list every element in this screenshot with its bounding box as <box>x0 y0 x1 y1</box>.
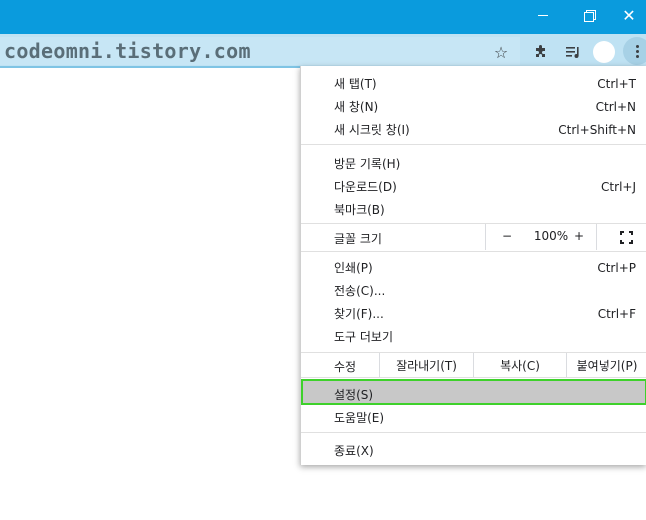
menu-item-label: 전송(C)... <box>334 284 386 298</box>
copy-button[interactable]: 복사(C) <box>473 353 566 377</box>
copy-label: 복사(C) <box>500 358 540 373</box>
zoom-level: 100% <box>533 229 569 243</box>
cut-label: 잘라내기(T) <box>396 358 457 373</box>
restore-icon <box>584 10 596 22</box>
zoom-divider <box>596 224 597 250</box>
menu-item-label: 인쇄(P) <box>334 261 373 275</box>
menu-item-settings[interactable]: 설정(S) <box>301 379 646 405</box>
paste-label: 붙여넣기(P) <box>576 358 638 373</box>
menu-item-label: 도구 더보기 <box>334 330 394 344</box>
menu-item-shortcut: Ctrl+F <box>597 306 636 321</box>
menu-item-cast[interactable]: 전송(C)... <box>301 279 646 302</box>
menu-item-label: 다운로드(D) <box>334 180 397 194</box>
close-icon: ✕ <box>622 5 636 25</box>
menu-item-downloads[interactable]: 다운로드(D) Ctrl+J <box>301 175 646 198</box>
menu-item-history[interactable]: 방문 기록(H) <box>301 152 646 175</box>
fullscreen-icon[interactable] <box>620 231 633 244</box>
menu-separator <box>301 377 646 378</box>
menu-item-label: 찾기(F)... <box>334 307 384 321</box>
minimize-icon <box>538 14 548 16</box>
menu-item-find[interactable]: 찾기(F)... Ctrl+F <box>301 302 646 325</box>
menu-item-shortcut: Ctrl+J <box>601 179 636 194</box>
playlist-icon <box>566 47 579 58</box>
menu-item-label: 새 시크릿 창(I) <box>334 123 410 137</box>
extensions-icon[interactable] <box>529 40 553 64</box>
edit-label: 수정 <box>334 360 357 374</box>
title-bar: ✕ <box>0 0 646 34</box>
menu-zoom-row: 글꼴 크기 − 100% + <box>301 224 646 250</box>
menu-item-bookmarks[interactable]: 북마크(B) <box>301 198 646 221</box>
restore-button[interactable] <box>566 0 612 30</box>
menu-item-label: 새 탭(T) <box>334 77 377 91</box>
menu-item-print[interactable]: 인쇄(P) Ctrl+P <box>301 256 646 279</box>
menu-edit-row: 수정 잘라내기(T) 복사(C) 붙여넣기(P) <box>301 353 646 377</box>
bookmark-star-icon[interactable]: ☆ <box>489 40 513 64</box>
paste-button[interactable]: 붙여넣기(P) <box>566 353 646 377</box>
menu-item-new-window[interactable]: 새 창(N) Ctrl+N <box>301 95 646 118</box>
menu-item-new-tab[interactable]: 새 탭(T) Ctrl+T <box>301 72 646 95</box>
cut-button[interactable]: 잘라내기(T) <box>379 353 473 377</box>
menu-item-shortcut: Ctrl+T <box>597 76 636 91</box>
profile-avatar[interactable] <box>593 41 615 63</box>
menu-separator <box>301 144 646 145</box>
menu-kebab-icon[interactable] <box>623 37 646 65</box>
minimize-button[interactable] <box>520 0 566 30</box>
close-button[interactable]: ✕ <box>612 0 646 30</box>
menu-item-shortcut: Ctrl+N <box>595 99 636 114</box>
media-control-icon[interactable] <box>561 40 585 64</box>
menu-separator <box>301 432 646 433</box>
menu-item-label: 북마크(B) <box>334 203 385 217</box>
menu-item-more-tools[interactable]: 도구 더보기 <box>301 325 646 348</box>
menu-item-label: 방문 기록(H) <box>334 157 401 171</box>
menu-item-label: 도움말(E) <box>334 411 385 425</box>
zoom-in-button[interactable]: + <box>574 229 584 243</box>
menu-item-help[interactable]: 도움말(E) <box>301 406 646 429</box>
url-text[interactable]: codeomni.tistory.com <box>0 39 251 63</box>
menu-item-shortcut: Ctrl+P <box>597 260 636 275</box>
menu-item-label: 새 창(N) <box>334 100 379 114</box>
menu-item-new-incognito[interactable]: 새 시크릿 창(I) Ctrl+Shift+N <box>301 118 646 141</box>
menu-item-shortcut: Ctrl+Shift+N <box>558 122 636 137</box>
menu-item-label: 종료(X) <box>334 444 374 458</box>
chrome-main-menu: 새 탭(T) Ctrl+T 새 창(N) Ctrl+N 새 시크릿 창(I) C… <box>300 66 646 465</box>
zoom-label: 글꼴 크기 <box>334 232 382 246</box>
menu-separator <box>301 251 646 252</box>
menu-item-exit[interactable]: 종료(X) <box>301 439 646 462</box>
address-bar[interactable]: codeomni.tistory.com <box>0 37 520 65</box>
puzzle-icon <box>536 45 545 57</box>
menu-item-label: 설정(S) <box>334 388 374 402</box>
zoom-out-button[interactable]: − <box>502 229 512 243</box>
